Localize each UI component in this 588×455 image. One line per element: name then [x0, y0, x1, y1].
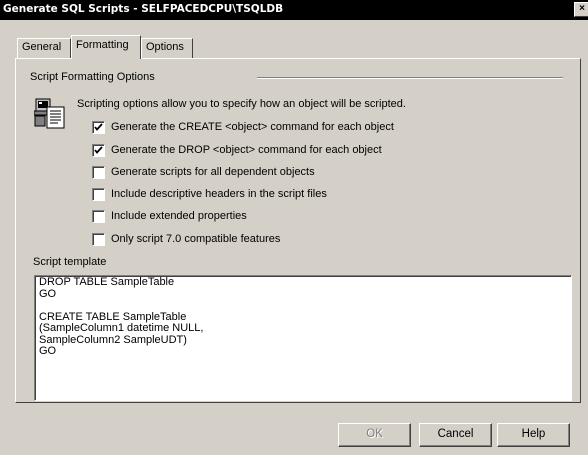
- script-document-icon: [33, 96, 70, 130]
- descriptive-headers-checkbox[interactable]: [92, 188, 105, 201]
- extended-properties-label: Include extended properties: [111, 210, 247, 222]
- template-line: SampleColumn2 SampleUDT): [39, 333, 187, 346]
- group-divider: [257, 77, 563, 79]
- cancel-button[interactable]: Cancel: [419, 423, 492, 447]
- help-button[interactable]: Help: [497, 423, 570, 447]
- dependent-objects-checkbox[interactable]: [92, 166, 105, 179]
- script-template-box[interactable]: DROP TABLE SampleTable GO CREATE TABLE S…: [34, 275, 572, 401]
- window-title: Generate SQL Scripts - SELFPACEDCPU\TSQL…: [3, 3, 284, 15]
- ok-button[interactable]: OK: [338, 423, 411, 447]
- template-line: GO: [39, 345, 57, 357]
- close-button[interactable]: ×: [574, 2, 588, 17]
- tab-options-label: Options: [146, 41, 184, 53]
- dependent-objects-label: Generate scripts for all dependent objec…: [111, 166, 315, 178]
- template-line: DROP TABLE SampleTable: [39, 276, 175, 288]
- sql70-compatible-checkbox[interactable]: [92, 233, 105, 246]
- drop-command-checkbox[interactable]: [92, 144, 105, 157]
- template-line: (SampleColumn1 datetime NULL,: [39, 322, 204, 334]
- tab-formatting-label: Formatting: [76, 39, 129, 51]
- tab-options[interactable]: Options: [141, 38, 193, 58]
- create-command-checkbox[interactable]: [92, 121, 105, 134]
- title-bar[interactable]: Generate SQL Scripts - SELFPACEDCPU\TSQL…: [0, 0, 588, 20]
- script-template-label: Script template: [33, 256, 107, 268]
- extended-properties-checkbox[interactable]: [92, 210, 105, 223]
- template-line: [39, 300, 567, 312]
- scripting-description: Scripting options allow you to specify h…: [77, 98, 406, 110]
- create-command-label: Generate the CREATE <object> command for…: [111, 121, 394, 133]
- script-formatting-options-label: Script Formatting Options: [30, 71, 155, 83]
- drop-command-label: Generate the DROP <object> command for e…: [111, 144, 382, 156]
- sql70-compatible-label: Only script 7.0 compatible features: [111, 233, 281, 245]
- tab-general-label: General: [22, 41, 62, 53]
- tab-formatting[interactable]: Formatting: [71, 35, 141, 59]
- descriptive-headers-label: Include descriptive headers in the scrip…: [111, 188, 327, 200]
- template-line: GO: [39, 287, 57, 300]
- tab-general[interactable]: General: [17, 38, 71, 58]
